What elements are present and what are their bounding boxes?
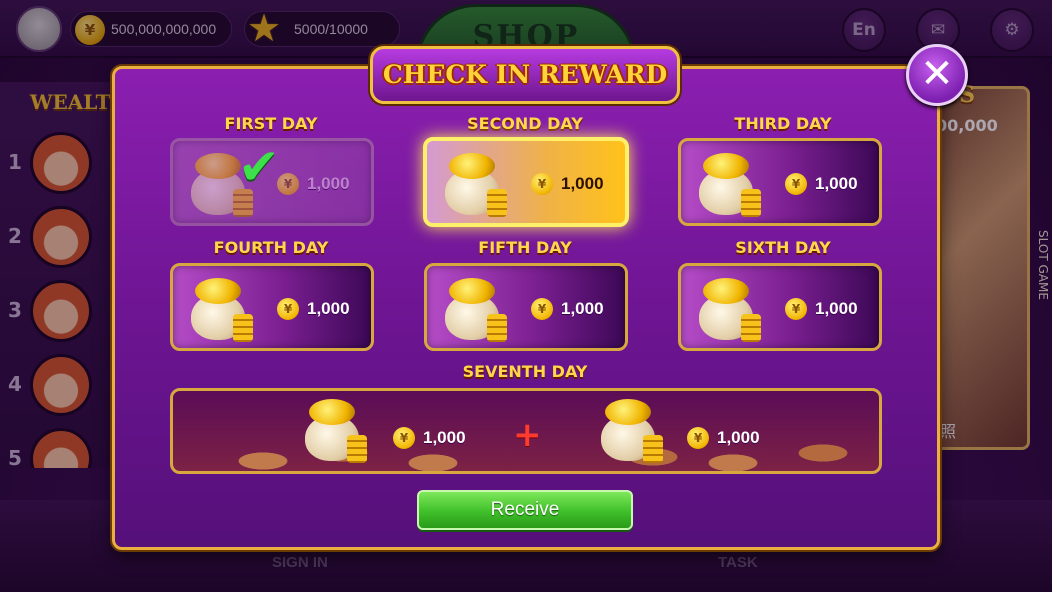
coin-bag-icon [695,151,761,217]
game-screen: ¥ 500,000,000,000 ★ 5000/10000 SHOP En ✉… [0,0,1052,592]
reward-amount: ¥ 1,000 [277,298,371,322]
dialog-title-plate: CHECK IN REWARD [370,46,680,104]
day-label-first: FIRST DAY [224,114,318,133]
close-button[interactable]: ✕ [906,44,968,106]
coin-icon: ¥ [277,298,299,320]
day-card-fourth: ¥ 1,000 [170,263,374,351]
day-card-seventh: ¥ 1,000 + ¥ 1,000 [170,388,882,474]
dialog-title: CHECK IN REWARD [382,60,668,89]
close-icon: ✕ [920,51,954,97]
reward-amount: ¥ 1,000 [277,173,371,197]
coin-bag-icon [187,276,253,342]
reward-amount: ¥ 1,000 [393,427,487,451]
coin-icon: ¥ [531,173,553,195]
reward-amount-value: 1,000 [307,299,350,318]
reward-amount: ¥ 1,000 [785,173,879,197]
day-label-second: SECOND DAY [467,114,583,133]
day-card-sixth: ¥ 1,000 [678,263,882,351]
reward-amount-value: 1,000 [815,174,858,193]
receive-button[interactable]: Receive [417,490,633,530]
coin-icon: ¥ [393,427,415,449]
day-card-third: ¥ 1,000 [678,138,882,226]
day-label-fourth: FOURTH DAY [213,238,329,257]
reward-amount: ¥ 1,000 [687,427,781,451]
reward-amount: ¥ 1,000 [531,298,625,322]
day-label-seventh: SEVENTH DAY [462,362,588,381]
reward-amount-value: 1,000 [423,428,466,447]
coin-icon: ¥ [785,298,807,320]
day-card-fifth: ¥ 1,000 [424,263,628,351]
coin-bag-icon [301,397,367,463]
reward-amount-value: 1,000 [815,299,858,318]
day-card-second[interactable]: ¥ 1,000 [423,137,629,227]
coin-bag-icon [441,276,507,342]
coin-icon: ¥ [531,298,553,320]
reward-amount: ¥ 1,000 [531,173,625,197]
day-label-third: THIRD DAY [734,114,832,133]
day-label-sixth: SIXTH DAY [735,238,831,257]
reward-amount-value: 1,000 [717,428,760,447]
coin-icon: ¥ [785,173,807,195]
coin-icon: ¥ [277,173,299,195]
day-label-fifth: FIFTH DAY [478,238,572,257]
reward-amount-value: 1,000 [561,174,604,193]
reward-amount: ¥ 1,000 [785,298,879,322]
coin-bag-icon [695,276,761,342]
coin-bag-icon [597,397,663,463]
reward-amount-value: 1,000 [561,299,604,318]
checkmark-icon: ✔ [238,138,280,196]
coin-icon: ¥ [687,427,709,449]
plus-icon: + [513,415,542,455]
coin-bag-icon [441,151,507,217]
reward-amount-value: 1,000 [307,174,350,193]
receive-button-label: Receive [490,499,560,520]
